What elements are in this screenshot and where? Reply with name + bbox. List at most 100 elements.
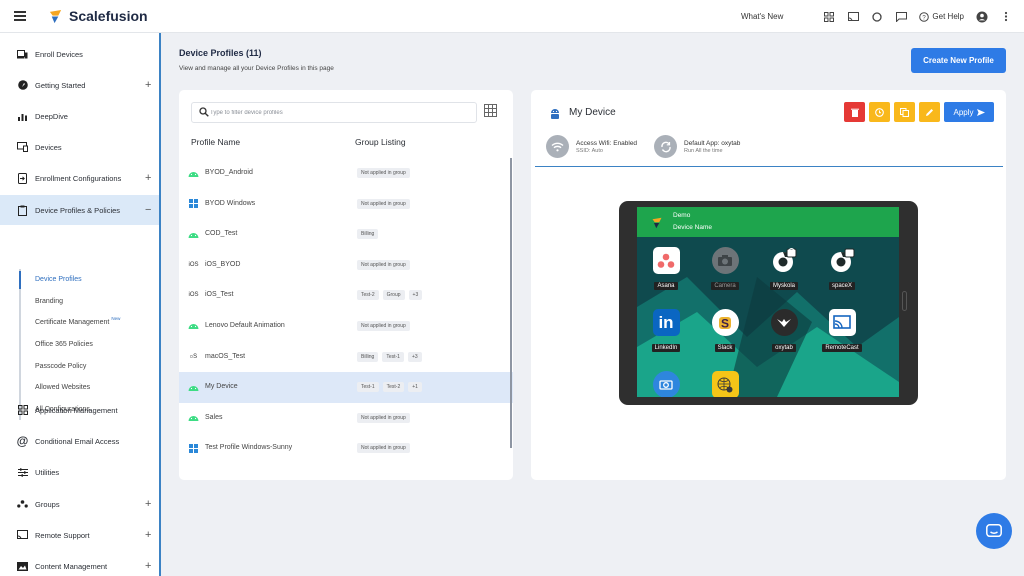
app-myskola: Myskola: [757, 247, 811, 292]
group-tag: Test-2: [357, 290, 379, 301]
group-tags: Test-1 Test-2 +1: [357, 382, 422, 393]
sidebar-item-enrollment-configurations[interactable]: Enrollment Configurations +: [0, 163, 159, 193]
collapse-minus-icon[interactable]: −: [145, 204, 151, 216]
scrollbar[interactable]: [510, 158, 512, 448]
copy-button[interactable]: [894, 102, 915, 122]
expand-plus-icon[interactable]: +: [145, 560, 151, 572]
help-icon: ?: [919, 11, 930, 22]
submenu-item-certificate-management[interactable]: Certificate Management New: [21, 312, 159, 334]
brand[interactable]: Scalefusion: [48, 8, 148, 24]
grid-view-icon[interactable]: [484, 104, 497, 117]
delete-button[interactable]: [844, 102, 865, 122]
profile-name[interactable]: iOS_Test: [205, 291, 233, 298]
group-tag: +3: [408, 290, 423, 301]
chat-bubble-icon: [986, 523, 1002, 537]
expand-plus-icon[interactable]: +: [145, 498, 151, 510]
submenu-item-office-365-policies[interactable]: Office 365 Policies: [21, 334, 159, 356]
profile-name[interactable]: Lenovo Default Animation: [205, 322, 285, 329]
tablet-preview: Demo Device Name Asana Camera Myskola sp…: [619, 201, 918, 405]
table-row[interactable]: Sales Not applied in group: [179, 403, 513, 434]
sidebar-item-devices[interactable]: Devices: [0, 132, 159, 162]
group-tag: Not applied in group: [357, 320, 410, 331]
whats-new-link[interactable]: What's New: [741, 12, 783, 21]
search-input[interactable]: [210, 107, 470, 119]
ios-icon: iOS: [188, 261, 199, 268]
group-tag: Not applied in group: [357, 443, 410, 454]
sidebar-item-groups[interactable]: Groups +: [0, 489, 159, 519]
sidebar-item-enroll-devices[interactable]: Enroll Devices: [0, 39, 159, 69]
apply-button[interactable]: Apply: [944, 102, 994, 122]
default-app: Default App: oxytab: [684, 139, 741, 147]
expand-plus-icon[interactable]: +: [145, 172, 151, 184]
submenu-item-device-profiles[interactable]: Device Profiles: [19, 269, 159, 291]
table-row[interactable]: iOS iOS_BYOD Not applied in group: [179, 250, 513, 281]
group-tags: Billing Test-1 +3: [357, 351, 422, 362]
edit-button[interactable]: [919, 102, 940, 122]
apps-grid-icon[interactable]: [823, 11, 835, 23]
profile-name[interactable]: Sales: [205, 414, 223, 421]
profile-name[interactable]: My Device: [205, 383, 238, 390]
profile-name[interactable]: BYOD Windows: [205, 200, 255, 207]
expand-plus-icon[interactable]: +: [145, 79, 151, 91]
profile-rows: BYOD_Android Not applied in group BYOD Win…: [179, 158, 513, 464]
sidebar: Enroll Devices Getting Started + DeepDiv…: [0, 33, 161, 576]
profile-name[interactable]: Test Profile Windows-Sunny: [205, 444, 292, 451]
cast-icon[interactable]: [847, 11, 859, 23]
table-row[interactable]: BYOD Windows Not applied in group: [179, 189, 513, 220]
table-row[interactable]: My Device Test-1 Test-2 +1: [179, 372, 513, 403]
wifi-icon: [546, 135, 569, 158]
submenu-item-passcode-policy[interactable]: Passcode Policy: [21, 355, 159, 377]
profile-detail-card: My Device Apply Access Wifi: Enabled SSI…: [531, 90, 1006, 480]
chrome-lock-icon: [829, 247, 856, 274]
cast-icon: [17, 530, 28, 541]
sidebar-item-deepdive[interactable]: DeepDive: [0, 101, 159, 131]
column-header-group-listing[interactable]: Group Listing: [355, 137, 406, 147]
sidebar-item-content-management[interactable]: Content Management +: [0, 551, 159, 576]
profile-name[interactable]: BYOD_Android: [205, 169, 253, 176]
android-icon: [188, 168, 199, 178]
table-row[interactable]: ဝS macOS_Test Billing Test-1 +3: [179, 342, 513, 373]
group-tags: Not applied in group: [357, 443, 410, 454]
app-camera-blue: [639, 371, 693, 397]
table-row[interactable]: Test Profile Windows-Sunny Not applied in…: [179, 433, 513, 464]
sidebar-item-remote-support[interactable]: Remote Support +: [0, 520, 159, 550]
app-spacex: spaceX: [815, 247, 869, 292]
support-chat-button[interactable]: [976, 513, 1012, 549]
group-tag: Test-1: [357, 382, 379, 393]
table-row[interactable]: COD_Test Billing: [179, 219, 513, 250]
create-new-profile-button[interactable]: Create New Profile: [911, 48, 1006, 73]
app-linkedin: in LinkedIn: [639, 309, 693, 354]
chat-icon[interactable]: [895, 11, 907, 23]
more-vertical-icon[interactable]: [1000, 11, 1012, 23]
search-box[interactable]: [191, 102, 477, 123]
sidebar-item-conditional-email-access[interactable]: @ Conditional Email Access: [0, 426, 159, 456]
tablet-home-button: [902, 291, 907, 311]
profile-name[interactable]: iOS_BYOD: [205, 261, 240, 268]
table-row[interactable]: Lenovo Default Animation Not applied in g…: [179, 311, 513, 342]
android-icon: [188, 321, 199, 331]
expand-plus-icon[interactable]: +: [145, 529, 151, 541]
table-row[interactable]: iOS iOS_Test Test-2 Group +3: [179, 280, 513, 311]
app-oxytab: oxytab: [757, 309, 811, 354]
account-icon[interactable]: [976, 11, 988, 23]
sidebar-item-utilities[interactable]: Utilities: [0, 457, 159, 487]
group-tags: Not applied in group: [357, 198, 410, 209]
profile-name[interactable]: macOS_Test: [205, 353, 245, 360]
submenu-item-branding[interactable]: Branding: [21, 291, 159, 313]
devices-icon: [17, 142, 28, 153]
group-tag: Billing: [357, 229, 379, 240]
profile-name[interactable]: COD_Test: [205, 230, 237, 237]
hamburger-menu-icon[interactable]: [14, 11, 26, 21]
sidebar-item-getting-started[interactable]: Getting Started +: [0, 70, 159, 100]
loading-circle-icon[interactable]: [871, 11, 883, 23]
schedule-button[interactable]: [869, 102, 890, 122]
default-app-info: Default App: oxytab Run All the time: [654, 135, 740, 158]
table-row[interactable]: BYOD_Android Not applied in group: [179, 158, 513, 189]
sidebar-item-device-profiles-policies[interactable]: Device Profiles & Policies −: [0, 195, 159, 225]
get-help-label: Get Help: [932, 12, 964, 21]
chrome-lock-icon: [771, 247, 798, 274]
group-tags: Not applied in group: [357, 320, 410, 331]
column-header-profile-name[interactable]: Profile Name: [191, 137, 240, 147]
sidebar-item-application-management[interactable]: Application Management: [0, 395, 159, 425]
get-help-button[interactable]: ? Get Help: [919, 11, 964, 22]
